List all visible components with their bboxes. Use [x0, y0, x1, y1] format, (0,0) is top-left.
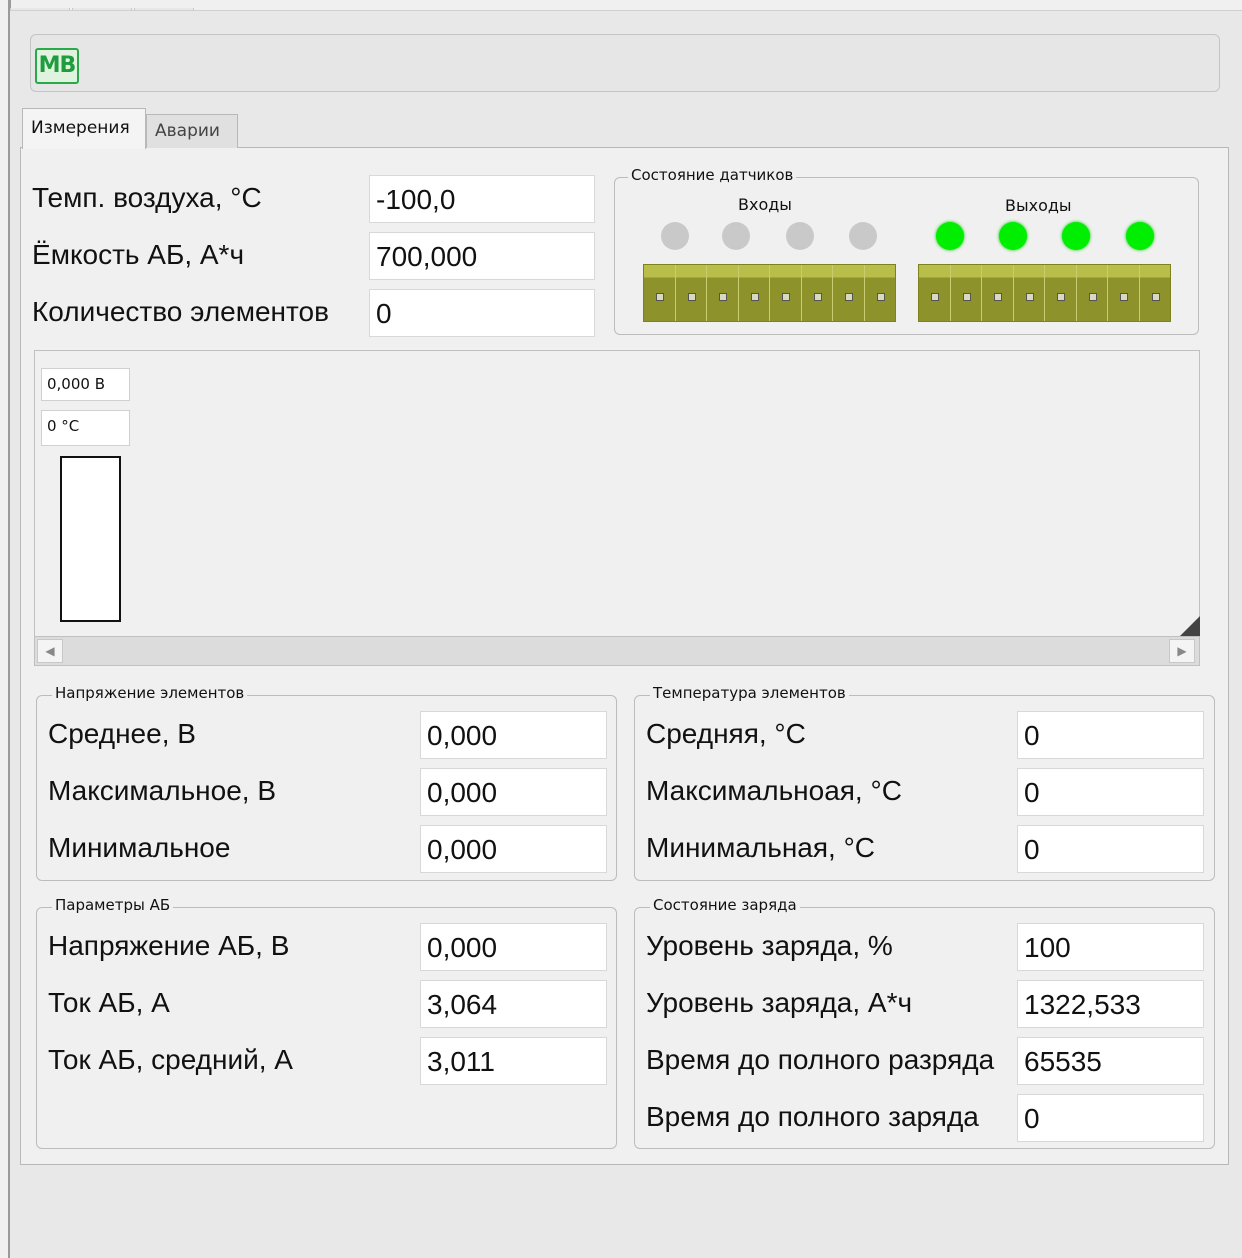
charge-percent-label: Уровень заряда, %: [646, 930, 893, 961]
voltage-avg-label: Среднее, В: [48, 718, 196, 749]
battery-avg-current-field[interactable]: 3,011: [420, 1037, 607, 1085]
cell-count-field[interactable]: 0: [369, 289, 595, 337]
output-led-3: [1062, 222, 1090, 250]
cell-voltage-bar: [60, 456, 121, 622]
charge-percent-field[interactable]: 100: [1017, 923, 1204, 971]
outer-tabs-stub: [10, 0, 250, 34]
logo-icon: MB: [35, 48, 79, 84]
tab-alarms[interactable]: Аварии: [146, 114, 238, 148]
temp-min-field[interactable]: 0: [1017, 825, 1204, 873]
temp-max-label: Максимальноая, °C: [646, 775, 902, 806]
air-temp-field[interactable]: -100,0: [369, 175, 595, 223]
voltage-avg-field[interactable]: 0,000: [420, 711, 607, 759]
cell-temperature-title: Температура элементов: [650, 684, 849, 702]
output-led-1: [936, 222, 964, 250]
scroll-right-icon[interactable]: ▶: [1169, 639, 1195, 663]
voltage-min-label: Минимальное: [48, 832, 231, 863]
capacity-field[interactable]: 700,000: [369, 232, 595, 280]
inputs-connector: [643, 264, 896, 322]
outputs-connector: [918, 264, 1171, 322]
scroll-left-icon[interactable]: ◀: [37, 639, 63, 663]
time-to-discharge-label: Время до полного разряда: [646, 1044, 995, 1075]
input-led-2: [722, 222, 750, 250]
temp-avg-label: Средняя, °C: [646, 718, 806, 749]
output-led-4: [1126, 222, 1154, 250]
output-led-2: [999, 222, 1027, 250]
logo-bar: [30, 34, 1220, 92]
air-temp-label: Темп. воздуха, °C: [32, 182, 262, 213]
cell-voltage-readout: 0,000 В: [41, 368, 130, 401]
outputs-label: Выходы: [1005, 196, 1072, 215]
battery-current-label: Ток АБ, А: [48, 987, 170, 1018]
temp-min-label: Минимальная, °C: [646, 832, 875, 863]
time-to-discharge-field[interactable]: 65535: [1017, 1037, 1204, 1085]
input-led-4: [849, 222, 877, 250]
charge-ah-label: Уровень заряда, А*ч: [646, 987, 913, 1018]
charge-state-title: Состояние заряда: [650, 896, 800, 914]
capacity-label: Ёмкость АБ, А*ч: [32, 239, 245, 270]
battery-voltage-field[interactable]: 0,000: [420, 923, 607, 971]
cell-temperature-readout: 0 °C: [41, 410, 130, 446]
resize-grip[interactable]: [1180, 616, 1200, 636]
inputs-label: Входы: [738, 195, 792, 214]
battery-avg-current-label: Ток АБ, средний, А: [48, 1044, 293, 1075]
input-led-3: [786, 222, 814, 250]
temp-avg-field[interactable]: 0: [1017, 711, 1204, 759]
voltage-min-field[interactable]: 0,000: [420, 825, 607, 873]
input-led-1: [661, 222, 689, 250]
battery-params-title: Параметры АБ: [52, 896, 174, 914]
battery-current-field[interactable]: 3,064: [420, 980, 607, 1028]
cell-count-label: Количество элементов: [32, 296, 329, 327]
time-to-charge-label: Время до полного заряда: [646, 1101, 979, 1132]
sensors-group-title: Состояние датчиков: [628, 166, 797, 184]
tab-measurements[interactable]: Измерения: [22, 108, 146, 149]
time-to-charge-field[interactable]: 0: [1017, 1094, 1204, 1142]
temp-max-field[interactable]: 0: [1017, 768, 1204, 816]
charge-ah-field[interactable]: 1322,533: [1017, 980, 1204, 1028]
cell-voltage-title: Напряжение элементов: [52, 684, 248, 702]
horizontal-scrollbar[interactable]: ◀ ▶: [34, 636, 1200, 666]
cell-chart-area: [34, 350, 1200, 638]
voltage-max-label: Максимальное, В: [48, 775, 277, 806]
voltage-max-field[interactable]: 0,000: [420, 768, 607, 816]
battery-voltage-label: Напряжение АБ, В: [48, 930, 290, 961]
